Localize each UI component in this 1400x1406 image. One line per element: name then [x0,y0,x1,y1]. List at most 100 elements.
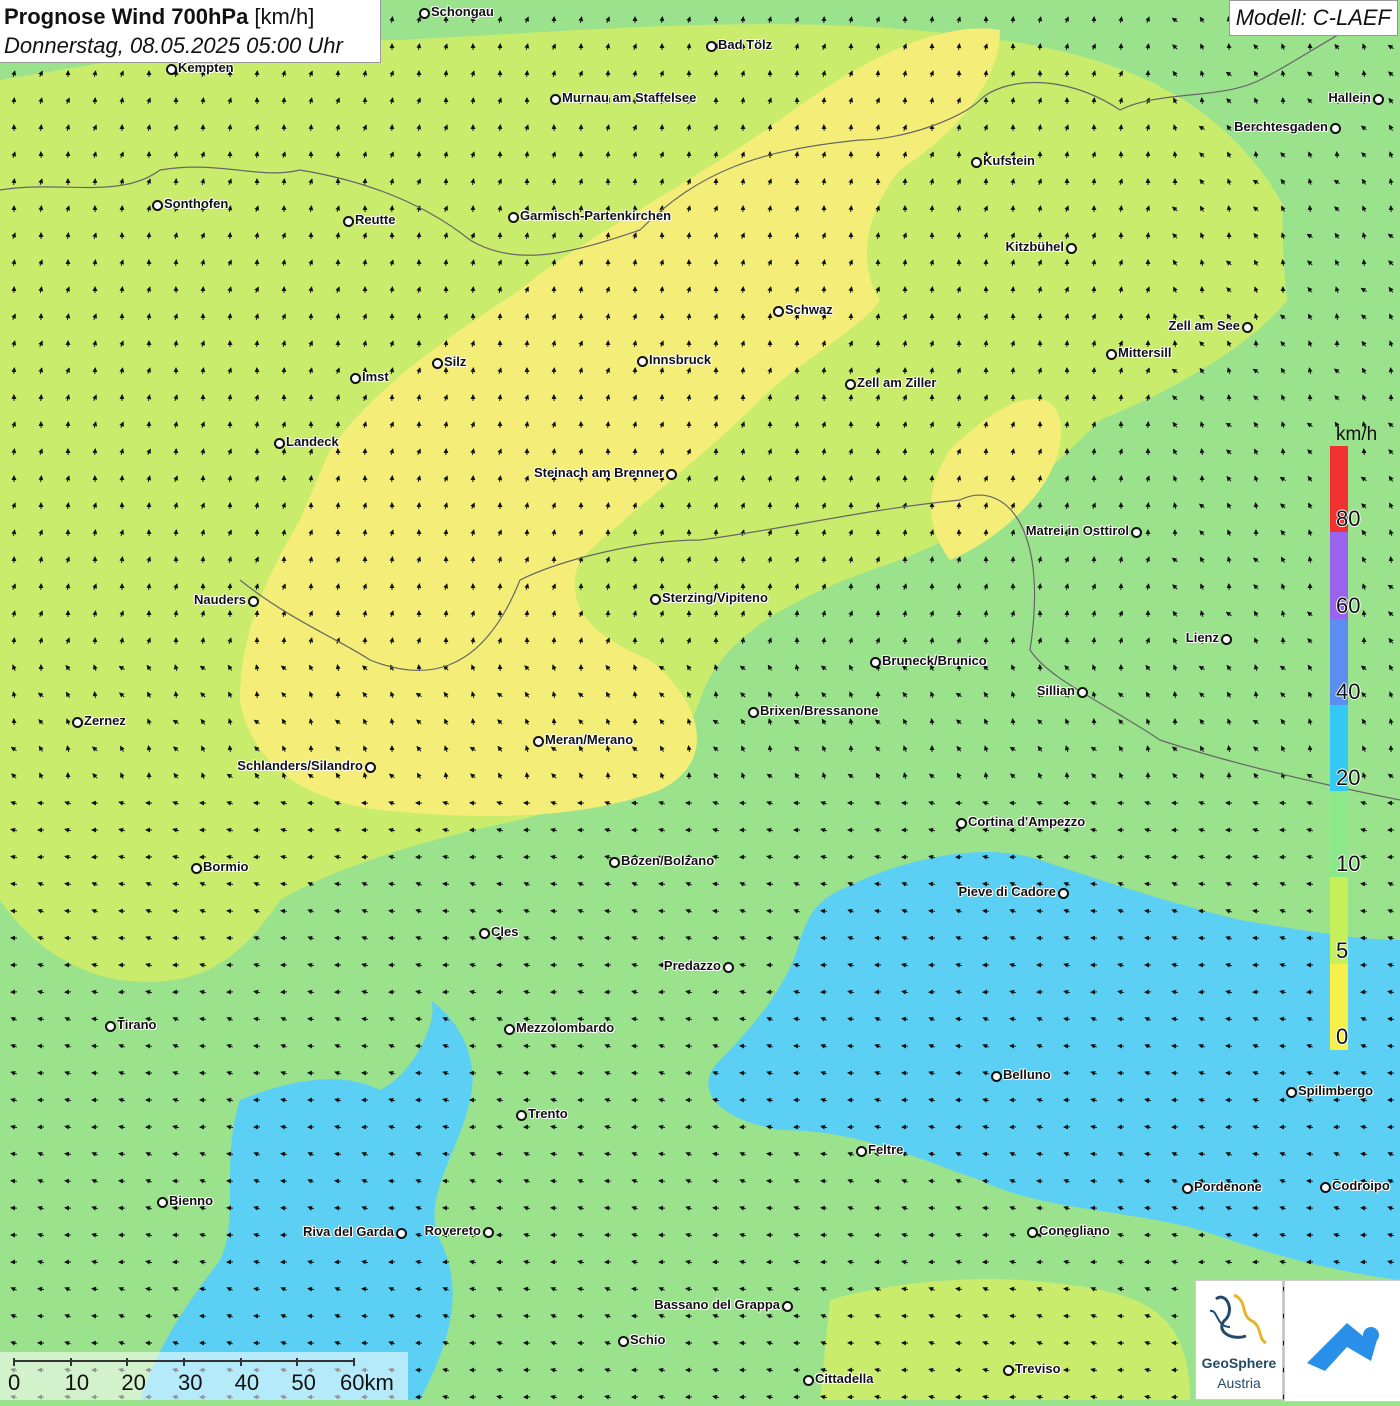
city-label-belluno: Belluno [1003,1067,1051,1082]
city-marker-icon [157,1197,168,1208]
scale-label: 10 [65,1370,89,1396]
city-label-pordenone: Pordenone [1194,1179,1262,1194]
legend-tick-label: 60 [1336,593,1360,619]
city-label-schwaz: Schwaz [785,302,833,317]
city-label-bienno: Bienno [169,1193,213,1208]
city-marker-icon [618,1336,629,1347]
city-marker-icon [1182,1183,1193,1194]
scale-bar: 0 10 20 30 40 50 60km [0,1352,408,1400]
city-label-spilimbergo: Spilimbergo [1298,1083,1373,1098]
city-label-lienz: Lienz [1186,630,1219,645]
city-marker-icon [609,857,620,868]
city-marker-icon [650,594,661,605]
city-marker-icon [1131,527,1142,538]
city-marker-icon [191,863,202,874]
city-label-schio: Schio [630,1332,665,1347]
city-marker-icon [1106,349,1117,360]
map-title: Prognose Wind 700hPa [km/h] [4,4,314,30]
legend-tick-label: 80 [1336,506,1360,532]
city-label-codroipo: Codroipo [1332,1178,1390,1193]
city-marker-icon [666,469,677,480]
city-label-conegliano: Conegliano [1039,1223,1110,1238]
city-marker-icon [637,356,648,367]
city-label-silz: Silz [444,354,466,369]
scale-label: 40 [235,1370,259,1396]
city-marker-icon [432,358,443,369]
city-label-mittersill: Mittersill [1118,345,1171,360]
city-marker-icon [479,928,490,939]
city-marker-icon [991,1071,1002,1082]
city-label-mezzolombardo: Mezzolombardo [516,1020,614,1035]
city-label-berchtesgaden: Berchtesgaden [1234,119,1328,134]
city-marker-icon [152,200,163,211]
city-label-murnau-am-staffelsee: Murnau am Staffelsee [562,90,696,105]
city-marker-icon [508,212,519,223]
scale-tick [353,1358,355,1366]
city-label-kempten: Kempten [178,60,234,75]
scale-label: 0 [8,1370,20,1396]
city-marker-icon [1058,888,1069,899]
city-label-matrei-in-osttirol: Matrei in Osttirol [1026,523,1129,538]
app-logo-icon [1285,1281,1400,1401]
geosphere-logo-text: GeoSphere [1196,1355,1282,1371]
city-marker-icon [72,717,83,728]
city-marker-icon [483,1227,494,1238]
city-label-bruneck-brunico: Bruneck/Brunico [882,653,987,668]
city-label-kitzb-hel: Kitzbühel [1006,239,1065,254]
city-label-treviso: Treviso [1015,1361,1061,1376]
city-marker-icon [419,8,430,19]
legend-tick-label: 20 [1336,765,1360,791]
city-label-cittadella: Cittadella [815,1371,874,1386]
city-marker-icon [1003,1365,1014,1376]
city-marker-icon [550,94,561,105]
scale-tick [126,1358,128,1366]
city-label-sillian: Sillian [1037,683,1075,698]
scale-tick [296,1358,298,1366]
legend-tick-label: 10 [1336,851,1360,877]
city-marker-icon [350,373,361,384]
scale-label: 30 [178,1370,202,1396]
app-logo[interactable] [1284,1280,1400,1402]
city-label-zell-am-ziller: Zell am Ziller [857,375,936,390]
city-label-meran-merano: Meran/Merano [545,732,633,747]
city-label-trento: Trento [528,1106,568,1121]
city-marker-icon [105,1021,116,1032]
city-marker-icon [706,41,717,52]
scale-label: 20 [121,1370,145,1396]
city-marker-icon [1221,634,1232,645]
city-marker-icon [1066,243,1077,254]
color-legend: km/h 051020406080 [1326,420,1386,1060]
city-label-schlanders-silandro: Schlanders/Silandro [237,758,363,773]
city-marker-icon [1330,123,1341,134]
city-label-tirano: Tirano [117,1017,157,1032]
city-label-bormio: Bormio [203,859,249,874]
city-label-schongau: Schongau [431,4,494,19]
city-marker-icon [166,64,177,75]
city-marker-icon [396,1228,407,1239]
city-marker-icon [956,818,967,829]
city-marker-icon [1373,94,1384,105]
city-marker-icon [782,1301,793,1312]
scale-label: 50 [291,1370,315,1396]
city-marker-icon [516,1110,527,1121]
city-marker-icon [870,657,881,668]
city-marker-icon [748,707,759,718]
city-label-bassano-del-grappa: Bassano del Grappa [654,1297,780,1312]
city-marker-icon [343,216,354,227]
city-marker-icon [365,762,376,773]
city-marker-icon [845,379,856,390]
city-marker-icon [504,1024,515,1035]
city-label-sonthofen: Sonthofen [164,196,228,211]
title-box: Prognose Wind 700hPa [km/h] Donnerstag, … [0,0,381,63]
city-label-zell-am-see: Zell am See [1168,318,1240,333]
city-label-sterzing-vipiteno: Sterzing/Vipiteno [662,590,768,605]
city-label-riva-del-garda: Riva del Garda [303,1224,394,1239]
city-label-landeck: Landeck [286,434,339,449]
scale-label: 60km [340,1370,394,1396]
city-label-hallein: Hallein [1328,90,1371,105]
scale-tick [70,1358,72,1366]
city-marker-icon [1320,1182,1331,1193]
city-marker-icon [1077,687,1088,698]
city-marker-icon [773,306,784,317]
legend-tick-label: 5 [1336,938,1348,964]
